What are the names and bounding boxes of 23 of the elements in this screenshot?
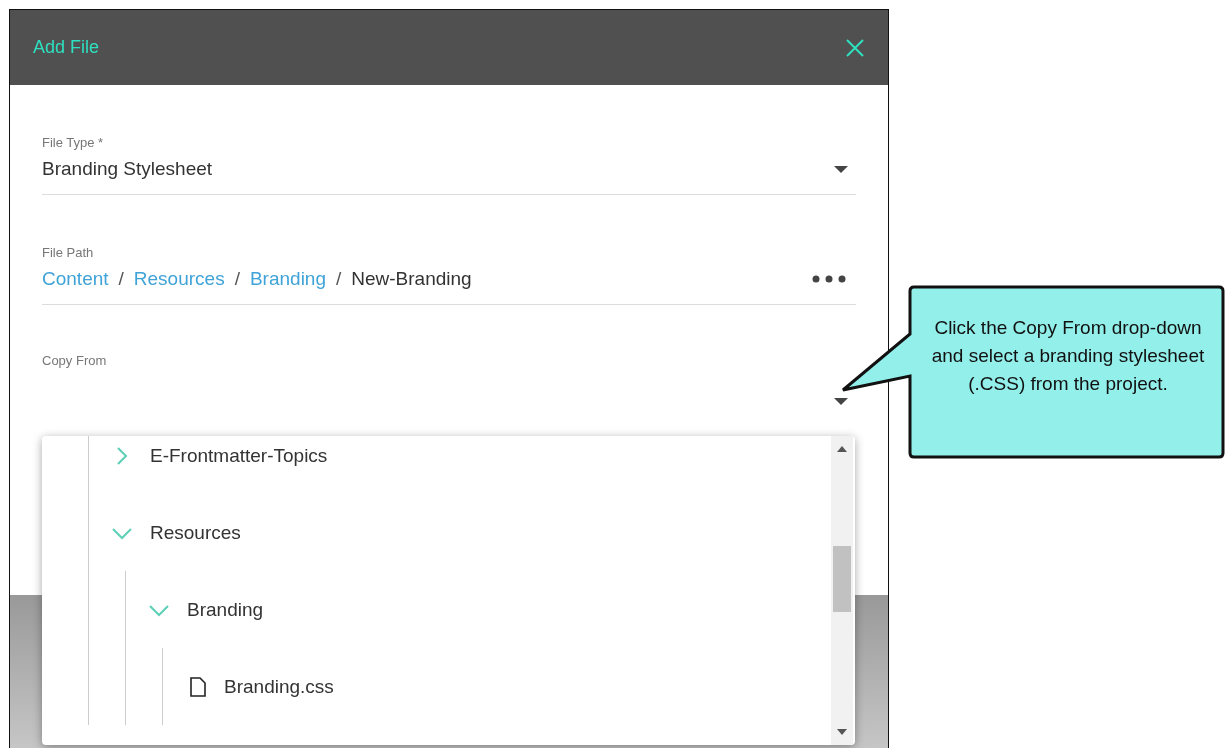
select-value[interactable]: Branding Stylesheet — [42, 158, 213, 180]
path-separator: / — [234, 268, 240, 290]
callout-text: Click the Copy From drop-down and select a branding stylesheet (.CSS) from the project. — [930, 316, 1206, 396]
tree-item[interactable]: E-Frontmatter-Topics — [42, 436, 855, 494]
scrollbar[interactable] — [831, 436, 853, 745]
scroll-up-icon[interactable] — [837, 446, 847, 452]
file-name: New-Branding — [351, 268, 472, 290]
more-icon[interactable] — [812, 275, 846, 283]
tree-item[interactable]: Branding — [42, 571, 855, 648]
field-label: Copy From — [42, 353, 108, 368]
path-separator: / — [118, 268, 124, 290]
field-label: File Path — [42, 245, 95, 260]
tree-item[interactable]: Branding.css — [42, 648, 855, 725]
tree-item[interactable]: Resources — [42, 494, 855, 571]
scroll-thumb[interactable] — [833, 546, 851, 612]
field-label: File Type * — [42, 135, 105, 150]
scroll-down-icon[interactable] — [837, 729, 847, 735]
dialog-title: Add File — [33, 37, 100, 58]
path-separator: / — [336, 268, 342, 290]
file-icon — [190, 676, 206, 697]
caret-icon[interactable] — [834, 397, 848, 405]
close-icon[interactable] — [845, 37, 865, 58]
caret-icon[interactable] — [834, 165, 848, 173]
